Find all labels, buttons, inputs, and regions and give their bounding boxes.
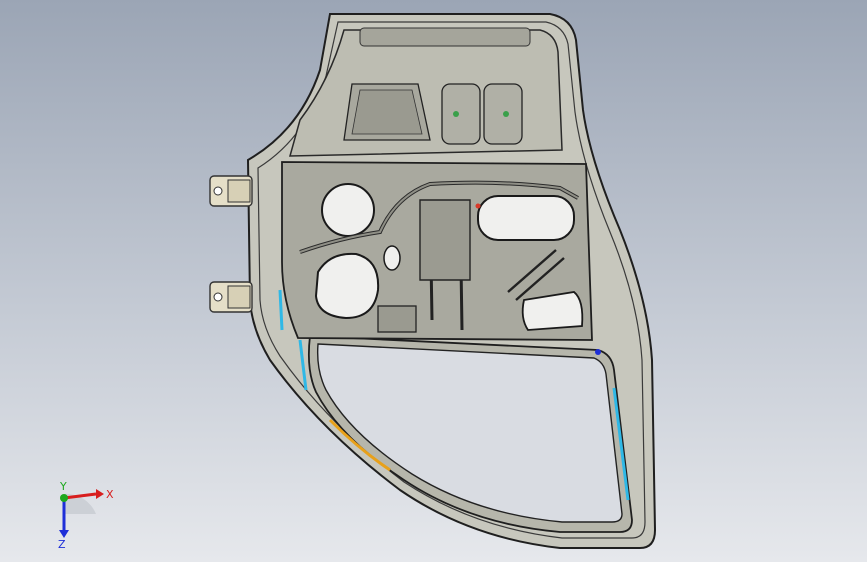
blue-marker <box>595 349 601 355</box>
door-model[interactable] <box>0 0 867 562</box>
y-axis-label: Y <box>59 480 67 493</box>
x-axis-label: X <box>106 488 114 501</box>
green-marker-2 <box>503 111 509 117</box>
window-opening <box>316 343 623 523</box>
speaker-hole-upper <box>321 183 375 237</box>
z-axis-arrowhead <box>59 530 69 538</box>
green-marker-1 <box>453 111 459 117</box>
red-marker <box>475 203 481 209</box>
regulator-bracket <box>419 199 471 281</box>
orientation-triad: X Y Z <box>58 480 114 550</box>
y-axis-dot <box>60 494 68 502</box>
upper-slot-left <box>441 83 481 145</box>
speaker-hole-lower <box>314 252 380 320</box>
lower-hinge[interactable] <box>209 281 253 313</box>
x-axis-arrowhead <box>96 489 104 499</box>
upper-band <box>359 27 531 47</box>
upper-trapezoid-inner <box>351 89 423 135</box>
module-lower-block <box>377 305 417 333</box>
z-axis-label: Z <box>58 538 66 550</box>
3d-viewport[interactable]: X Y Z <box>0 0 867 562</box>
upper-hinge[interactable] <box>209 175 253 207</box>
large-access-hole <box>477 195 575 241</box>
small-hole-center <box>383 245 401 271</box>
